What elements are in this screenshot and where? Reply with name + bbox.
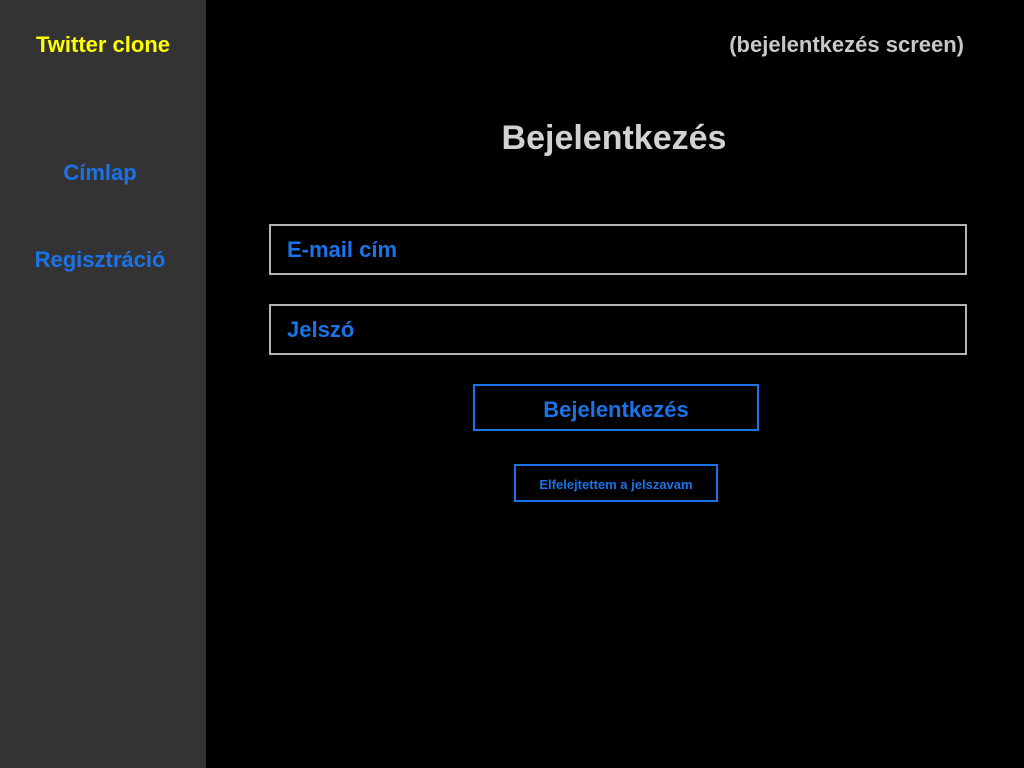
forgot-password-button[interactable]: Elfelejtettem a jelszavam (514, 464, 718, 502)
main-content: (bejelentkezés screen) Bejelentkezés Bej… (206, 0, 1024, 768)
password-field[interactable] (271, 306, 965, 353)
page-title: Bejelentkezés (501, 119, 727, 157)
brand-title: Twitter clone (35, 32, 171, 57)
nav-link-register[interactable]: Regisztráció (0, 246, 200, 274)
email-field-wrapper (269, 224, 967, 275)
password-field-wrapper (269, 304, 967, 355)
nav-link-home[interactable]: Címlap (0, 159, 200, 187)
screen-label: (bejelentkezés screen) (729, 32, 964, 57)
login-button[interactable]: Bejelentkezés (473, 384, 759, 431)
app-window: Twitter clone Címlap Regisztráció (bejel… (0, 0, 1024, 768)
email-field[interactable] (271, 226, 965, 273)
sidebar: Twitter clone Címlap Regisztráció (0, 0, 206, 768)
